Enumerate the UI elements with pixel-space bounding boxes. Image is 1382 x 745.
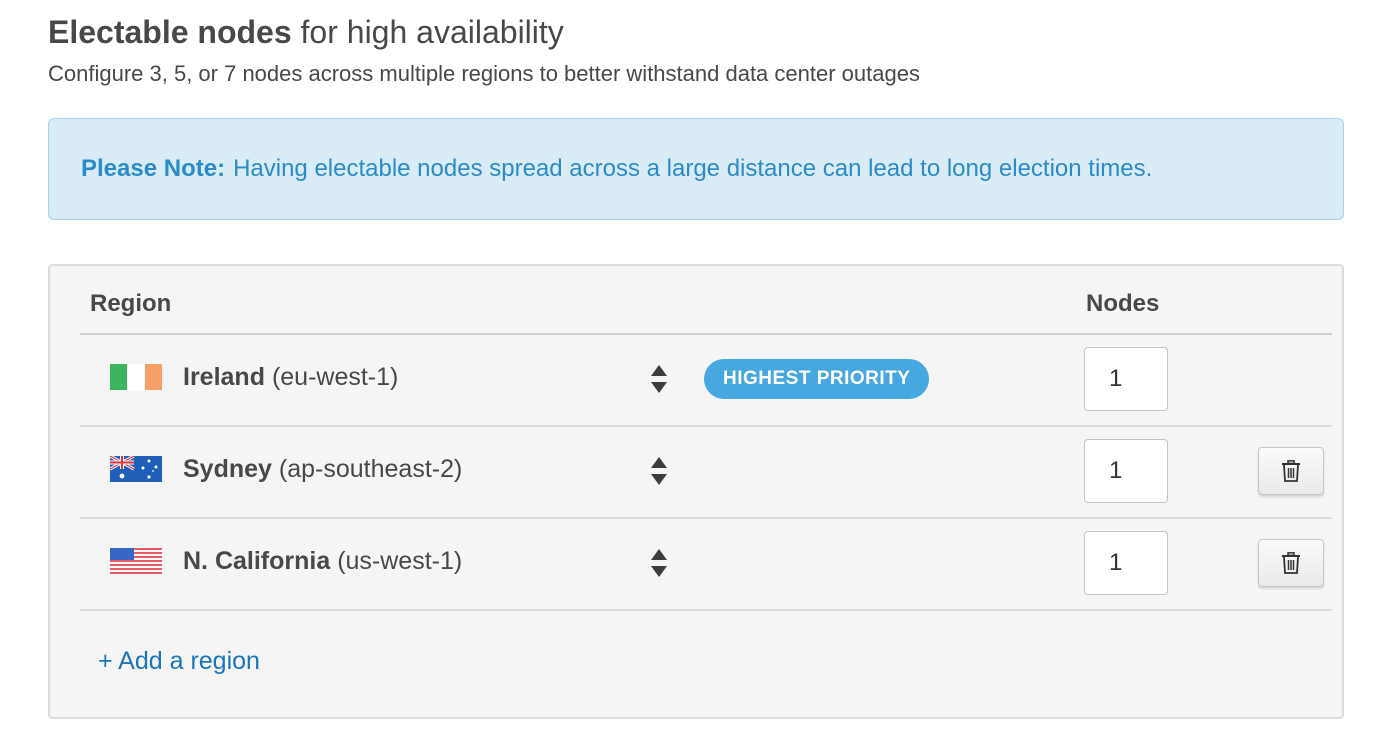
delete-region-button[interactable] (1258, 447, 1324, 495)
nodes-input[interactable] (1084, 531, 1168, 595)
ireland-flag-icon (110, 364, 162, 390)
region-code: (ap-southeast-2) (278, 455, 463, 483)
note-text: Having electable nodes spread across a l… (233, 155, 1153, 182)
region-name-label: Ireland (183, 363, 265, 391)
page-title: Electable nodes for high availability (48, 12, 920, 52)
region-name: N. California (us-west-1) (183, 547, 462, 576)
reorder-handle-icon[interactable] (650, 548, 668, 578)
section-header: Electable nodes for high availability Co… (48, 12, 920, 88)
highest-priority-badge: HIGHEST PRIORITY (704, 359, 930, 399)
table-header: Region Nodes (80, 266, 1332, 335)
region-name: Sydney (ap-southeast-2) (183, 455, 462, 484)
delete-region-button[interactable] (1258, 539, 1324, 587)
region-name: Ireland (eu-west-1) (183, 363, 398, 392)
usa-flag-icon (110, 548, 162, 574)
reorder-handle-icon[interactable] (650, 364, 668, 394)
reorder-handle-icon[interactable] (650, 456, 668, 486)
nodes-input[interactable] (1084, 439, 1168, 503)
australia-flag-icon (110, 456, 162, 482)
region-code: (eu-west-1) (271, 363, 399, 391)
note-banner: Please Note: Having electable nodes spre… (48, 118, 1344, 220)
regions-panel: Region Nodes Ireland (eu-west-1) HIGHEST… (48, 264, 1344, 719)
region-row-ireland: Ireland (eu-west-1) HIGHEST PRIORITY (80, 333, 1332, 427)
region-name-label: N. California (183, 547, 331, 575)
region-code: (us-west-1) (337, 547, 463, 575)
trash-icon (1282, 460, 1300, 482)
note-label: Please Note: (81, 155, 226, 182)
region-row-n-california: N. California (us-west-1) (80, 517, 1332, 611)
column-header-nodes: Nodes (1086, 290, 1160, 317)
region-name-label: Sydney (183, 455, 272, 483)
column-header-region: Region (90, 290, 172, 317)
title-rest: for high availability (300, 14, 564, 50)
title-bold: Electable nodes (48, 14, 292, 50)
region-row-sydney: Sydney (ap-southeast-2) (80, 425, 1332, 519)
trash-icon (1282, 552, 1300, 574)
add-region-link[interactable]: + Add a region (98, 647, 260, 676)
nodes-input[interactable] (1084, 347, 1168, 411)
page-subtitle: Configure 3, 5, or 7 nodes across multip… (48, 61, 920, 86)
